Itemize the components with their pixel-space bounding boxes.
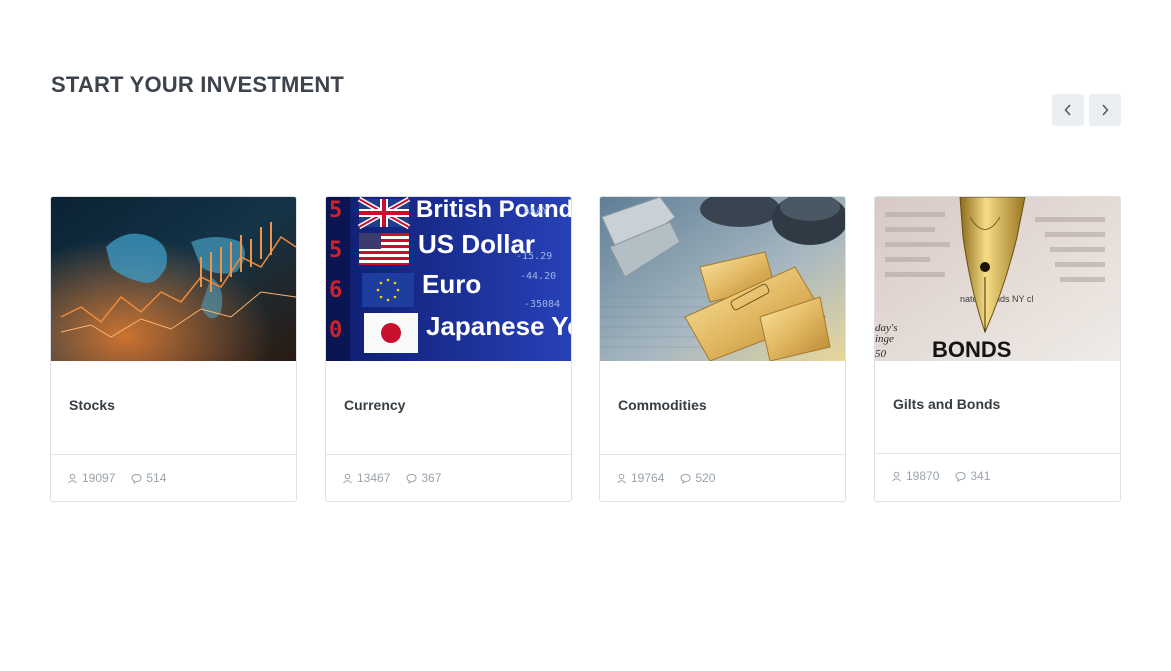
currency-image: 5560 British Pound US Dollar Euro Japane…	[326, 197, 572, 361]
investors-count: 19870	[891, 469, 939, 483]
user-icon	[892, 471, 901, 481]
comments-count: 514	[131, 471, 166, 485]
svg-text:5: 5	[329, 198, 342, 223]
card-meta: 19870 341	[891, 469, 1006, 483]
investors-count: 19097	[67, 471, 115, 485]
card-divider	[600, 454, 845, 455]
bonds-side-text-2: inge	[875, 333, 894, 345]
investors-value: 19764	[631, 471, 665, 485]
chevron-left-icon	[1064, 104, 1071, 116]
currency-row-4: Japanese Ye	[426, 311, 572, 341]
currency-row-3: Euro	[422, 269, 481, 299]
card-divider	[51, 454, 296, 455]
card-divider	[326, 454, 571, 455]
comment-icon	[131, 473, 142, 484]
card-divider	[875, 453, 1120, 454]
investors-value: 19097	[82, 471, 116, 485]
comments-count: 520	[680, 471, 715, 485]
investors-count: 13467	[342, 471, 390, 485]
investors-value: 19870	[906, 469, 940, 483]
investment-card-stocks[interactable]: Stocks 19097 514	[50, 196, 297, 502]
bonds-side-text-3: 50	[875, 348, 887, 360]
carousel-prev-button[interactable]	[1052, 94, 1084, 126]
card-title[interactable]: Commodities	[618, 397, 707, 413]
investment-card-gilts-and-bonds[interactable]: nated bonds NY cl day's inge 50 BONDS Gi…	[874, 196, 1121, 502]
card-title[interactable]: Currency	[344, 397, 405, 413]
currency-value-1: AAAY	[524, 206, 548, 217]
svg-text:0: 0	[329, 318, 342, 343]
comments-count: 367	[406, 471, 441, 485]
section-title: START YOUR INVESTMENT	[51, 72, 345, 97]
commodities-image	[600, 197, 845, 361]
card-title[interactable]: Gilts and Bonds	[893, 396, 1000, 412]
svg-text:5: 5	[329, 238, 342, 263]
chevron-right-icon	[1102, 104, 1109, 116]
currency-value-2: -15.29	[516, 251, 552, 262]
user-icon	[617, 473, 626, 483]
svg-text:6: 6	[329, 278, 342, 303]
user-icon	[68, 473, 77, 483]
card-meta: 13467 367	[342, 471, 457, 485]
investment-card-currency[interactable]: 5560 British Pound US Dollar Euro Japane…	[325, 196, 572, 502]
comments-count: 341	[955, 469, 990, 483]
card-meta: 19097 514	[67, 471, 182, 485]
currency-value-3: -44.20	[520, 271, 556, 282]
currency-row-1: British Pound	[416, 197, 572, 223]
card-meta: 19764 520	[616, 471, 731, 485]
investors-count: 19764	[616, 471, 664, 485]
stocks-image	[51, 197, 296, 361]
comment-icon	[406, 473, 417, 484]
card-title[interactable]: Stocks	[69, 397, 115, 413]
comments-value: 520	[695, 471, 716, 485]
bonds-headline: BONDS	[932, 337, 1011, 361]
investors-value: 13467	[357, 471, 391, 485]
comments-value: 341	[970, 469, 991, 483]
comment-icon	[955, 471, 966, 482]
comments-value: 514	[146, 471, 167, 485]
investment-card-commodities[interactable]: Commodities 19764 520	[599, 196, 846, 502]
bonds-image: nated bonds NY cl day's inge 50 BONDS	[875, 197, 1120, 361]
comment-icon	[680, 473, 691, 484]
comments-value: 367	[421, 471, 442, 485]
carousel-next-button[interactable]	[1089, 94, 1121, 126]
user-icon	[343, 473, 352, 483]
currency-value-4: -35084	[524, 299, 560, 310]
